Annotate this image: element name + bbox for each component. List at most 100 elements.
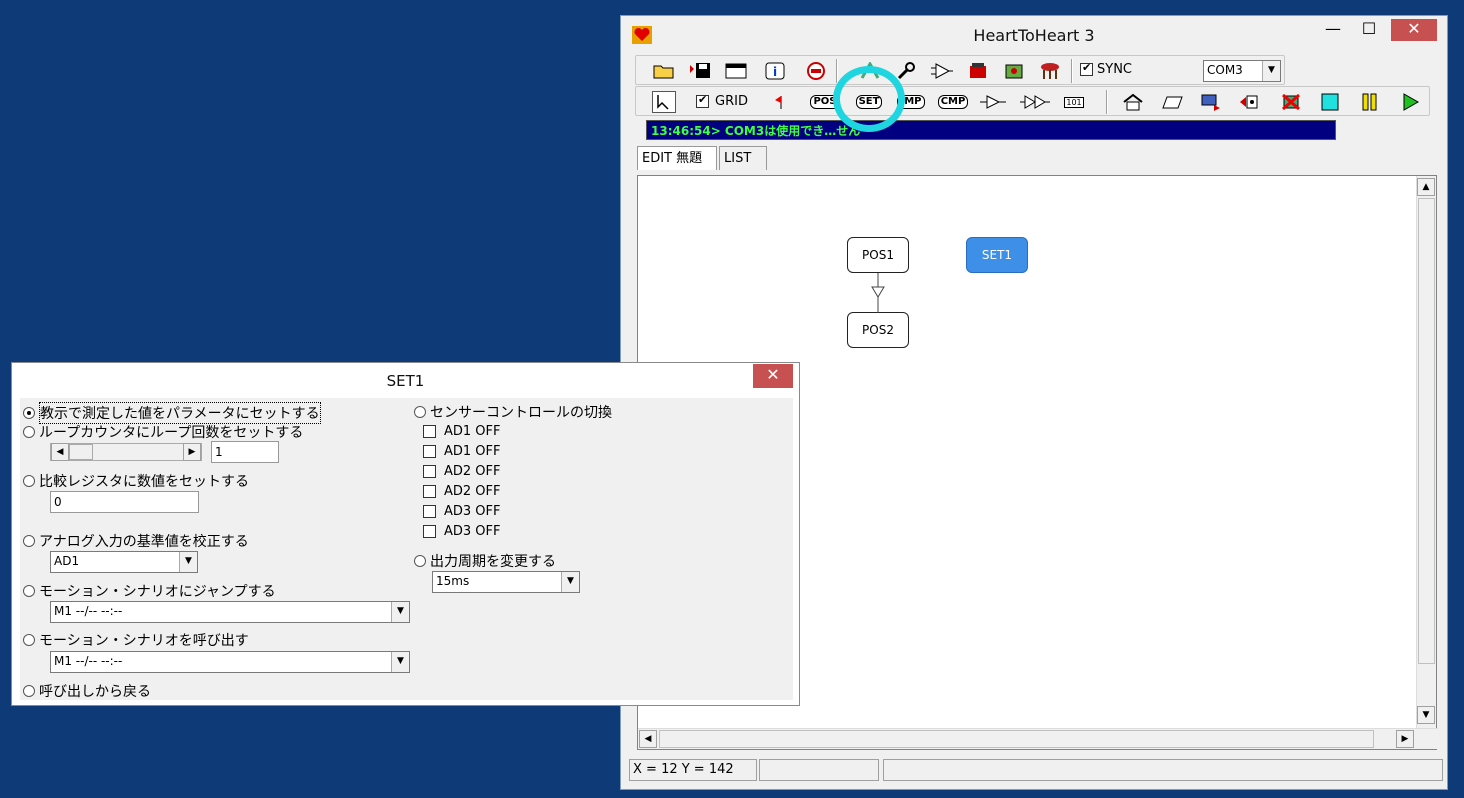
vertical-scrollbar[interactable]: ▲ ▼ xyxy=(1416,176,1436,729)
window-icon[interactable] xyxy=(724,60,748,82)
tab-list[interactable]: LIST xyxy=(719,146,767,170)
loop-scrollbar[interactable]: ◀ ▶ xyxy=(50,443,202,461)
device-icon[interactable] xyxy=(966,60,990,82)
open-folder-icon[interactable] xyxy=(652,60,676,82)
sync-checkbox[interactable]: SYNC xyxy=(1080,61,1132,77)
node-pos2[interactable]: POS2 xyxy=(847,312,909,348)
option-loop[interactable]: ループカウンタにループ回数をセットする xyxy=(23,422,303,442)
sensor-checkbox-4[interactable]: AD2 OFF xyxy=(423,484,501,499)
home-icon[interactable] xyxy=(1121,91,1145,113)
counter-tool-button[interactable]: 101 xyxy=(1061,91,1087,113)
radio-analog[interactable] xyxy=(23,535,35,547)
radio-loop[interactable] xyxy=(23,426,35,438)
chevron-down-icon[interactable]: ▼ xyxy=(391,652,409,672)
sensor-check-box[interactable] xyxy=(423,525,436,538)
node-set1[interactable]: SET1 xyxy=(966,237,1028,273)
option-period[interactable]: 出力周期を変更する xyxy=(414,551,556,571)
maximize-button[interactable]: ☐ xyxy=(1357,19,1381,41)
option-compare[interactable]: 比較レジスタに数値をセットする xyxy=(23,471,249,491)
sensor-checkbox-6[interactable]: AD3 OFF xyxy=(423,524,501,539)
flag-icon[interactable] xyxy=(772,91,796,113)
minimize-button[interactable]: — xyxy=(1321,19,1345,41)
grid-check-box[interactable] xyxy=(696,93,709,108)
compare-value-input[interactable]: 0 xyxy=(50,491,199,513)
double-arrow-tool-icon[interactable] xyxy=(1018,91,1052,113)
pause-icon[interactable] xyxy=(1358,91,1382,113)
scroll-left-icon[interactable]: ◀ xyxy=(639,730,657,748)
chevron-down-icon[interactable]: ▼ xyxy=(391,602,409,622)
message-bar: 13:46:54> COM3は使用でき…せん xyxy=(646,120,1336,140)
option-analog[interactable]: アナログ入力の基準値を校正する xyxy=(23,531,249,551)
sensor-label: AD1 OFF xyxy=(444,424,501,439)
sensor-check-box[interactable] xyxy=(423,505,436,518)
option-sensor[interactable]: センサーコントロールの切換 xyxy=(414,402,612,422)
loop-thumb[interactable] xyxy=(69,444,93,460)
chevron-down-icon[interactable]: ▼ xyxy=(1262,61,1280,81)
sensor-checkbox-2[interactable]: AD1 OFF xyxy=(423,444,501,459)
option-return[interactable]: 呼び出しから戻る xyxy=(23,681,151,701)
radio-teach[interactable] xyxy=(23,407,35,419)
stop-square-icon[interactable] xyxy=(1318,91,1342,113)
scroll-up-icon[interactable]: ▲ xyxy=(1417,178,1435,196)
sensor-checkbox-1[interactable]: AD1 OFF xyxy=(423,424,501,439)
hscroll-thumb[interactable] xyxy=(659,730,1374,748)
horizontal-scrollbar[interactable]: ◀ ▶ xyxy=(638,728,1438,749)
cmp-tool-button[interactable]: CMP xyxy=(936,91,970,113)
radio-compare[interactable] xyxy=(23,475,35,487)
toolbar-separator xyxy=(1106,90,1108,114)
sensor-checkbox-3[interactable]: AD2 OFF xyxy=(423,464,501,479)
scroll-right-icon[interactable]: ▶ xyxy=(1396,730,1414,748)
radio-sensor[interactable] xyxy=(414,406,426,418)
robot-transfer-icon[interactable] xyxy=(1239,91,1263,113)
option-teach[interactable]: 教示で測定した値をパラメータにセットする xyxy=(23,402,321,424)
sensor-label: AD2 OFF xyxy=(444,464,501,479)
analog-select[interactable]: AD1 ▼ xyxy=(50,551,198,573)
radio-call[interactable] xyxy=(23,634,35,646)
sync-check-box[interactable] xyxy=(1080,61,1093,76)
computer-send-icon[interactable] xyxy=(1199,91,1223,113)
board-icon[interactable] xyxy=(1002,60,1026,82)
radio-period[interactable] xyxy=(414,555,426,567)
chevron-down-icon[interactable]: ▼ xyxy=(179,552,197,572)
servo-icon[interactable] xyxy=(930,60,954,82)
scroll-down-icon[interactable]: ▼ xyxy=(1417,706,1435,724)
radio-jump[interactable] xyxy=(23,585,35,597)
node-pos1[interactable]: POS1 xyxy=(847,237,909,273)
play-icon[interactable] xyxy=(1398,91,1422,113)
option-sensor-label: センサーコントロールの切換 xyxy=(430,405,612,421)
pointer-tool-icon[interactable] xyxy=(652,91,676,113)
option-call[interactable]: モーション・シナリオを呼び出す xyxy=(23,630,249,650)
option-teach-label: 教示で測定した値をパラメータにセットする xyxy=(39,402,321,424)
sensor-checkbox-5[interactable]: AD3 OFF xyxy=(423,504,501,519)
option-jump-label: モーション・シナリオにジャンプする xyxy=(39,584,276,600)
loop-right-icon[interactable]: ▶ xyxy=(183,443,201,461)
counter-tool-label: 101 xyxy=(1064,96,1084,108)
chevron-down-icon[interactable]: ▼ xyxy=(561,572,579,592)
call-select[interactable]: M1 --/-- --:-- ▼ xyxy=(50,651,410,673)
period-select[interactable]: 15ms ▼ xyxy=(432,571,580,593)
radio-return[interactable] xyxy=(23,685,35,697)
cancel-robot-icon[interactable] xyxy=(1279,91,1303,113)
jump-select[interactable]: M1 --/-- --:-- ▼ xyxy=(50,601,410,623)
loop-left-icon[interactable]: ◀ xyxy=(51,443,69,461)
sensor-check-box[interactable] xyxy=(423,445,436,458)
dialog-close-button[interactable]: ✕ xyxy=(753,364,793,388)
grid-checkbox[interactable]: GRID xyxy=(696,93,748,109)
title-bar[interactable]: HeartToHeart 3 — ☐ ✕ xyxy=(621,16,1447,54)
sensor-check-box[interactable] xyxy=(423,425,436,438)
loop-count-input[interactable]: 1 xyxy=(211,441,279,463)
eraser-icon[interactable] xyxy=(1161,91,1185,113)
dialog-body: 教示で測定した値をパラメータにセットする ループカウンタにループ回数をセットする… xyxy=(20,398,793,700)
single-arrow-tool-icon[interactable] xyxy=(978,91,1008,113)
option-jump[interactable]: モーション・シナリオにジャンプする xyxy=(23,581,276,601)
sensor-check-box[interactable] xyxy=(423,485,436,498)
stop-icon[interactable] xyxy=(804,60,828,82)
info-icon[interactable]: i xyxy=(763,60,787,82)
tab-edit[interactable]: EDIT 無題 xyxy=(637,146,717,170)
save-icon[interactable] xyxy=(688,60,712,82)
close-button[interactable]: ✕ xyxy=(1391,19,1437,41)
scroll-thumb[interactable] xyxy=(1418,198,1435,664)
stool-icon[interactable] xyxy=(1038,60,1062,82)
sensor-check-box[interactable] xyxy=(423,465,436,478)
port-select[interactable]: COM3 ▼ xyxy=(1203,60,1281,82)
